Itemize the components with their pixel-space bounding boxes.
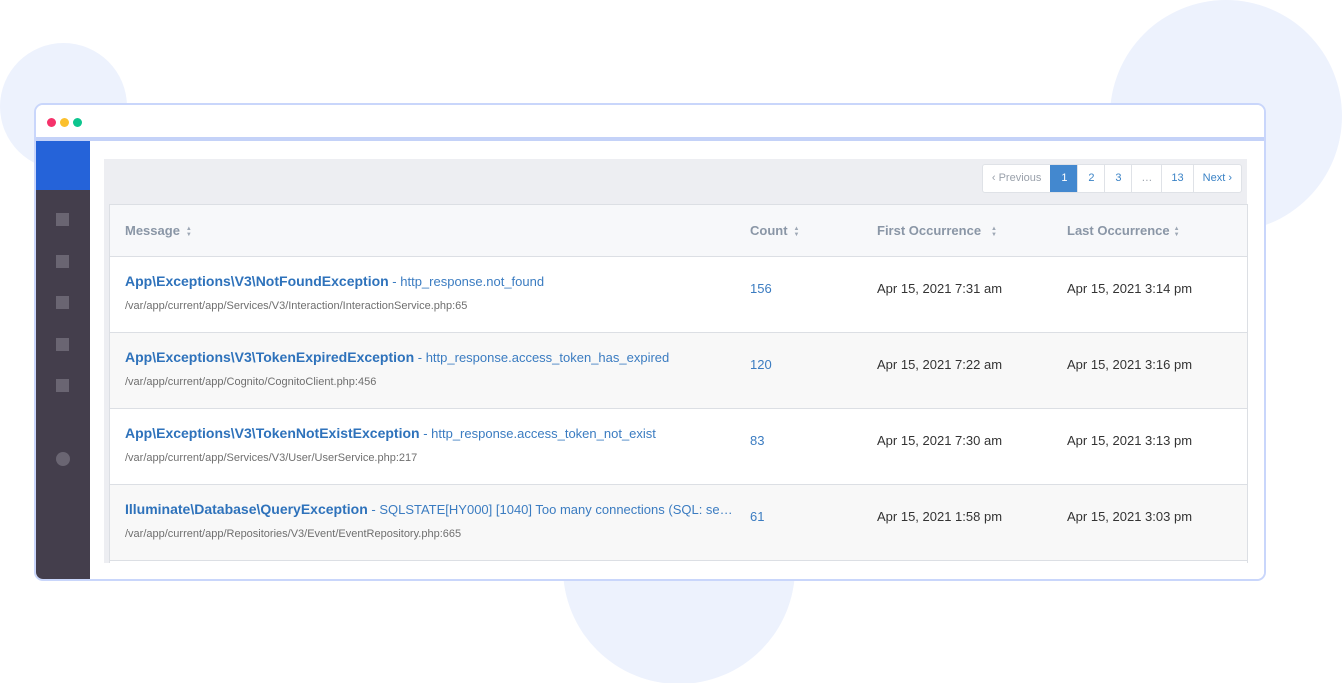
column-header-message[interactable]: Message ▲ ▼ (125, 205, 192, 257)
sort-icon[interactable]: ▲ ▼ (1174, 226, 1180, 238)
table-header: Message ▲ ▼ Count ▲ ▼ First Occurrence ▲ ▼ Las… (110, 205, 1247, 257)
exception-message: App\Exceptions\V3\TokenNotExistException… (125, 425, 735, 441)
exception-text: http_response.access_token_not_exist (431, 426, 656, 441)
pagination-page-13[interactable]: 13 (1161, 165, 1192, 192)
column-label: Message (125, 223, 180, 238)
table-row[interactable]: App\Exceptions\V3\TokenExpiredException … (110, 333, 1247, 409)
table-row[interactable]: Illuminate\Database\QueryException - SQL… (110, 485, 1247, 561)
window-titlebar (36, 105, 1264, 141)
first-occurrence: Apr 15, 2021 7:30 am (877, 433, 1003, 448)
pagination-ellipsis: … (1131, 165, 1161, 192)
column-header-first-occurrence[interactable]: First Occurrence ▲ ▼ (877, 205, 997, 257)
last-occurrence: Apr 15, 2021 3:16 pm (1067, 357, 1193, 372)
close-window-button[interactable] (47, 118, 56, 127)
exception-link[interactable]: App\Exceptions\V3\TokenNotExistException (125, 425, 420, 441)
sidebar-item-1-square-icon[interactable] (56, 213, 69, 226)
exception-message: App\Exceptions\V3\TokenExpiredException … (125, 349, 735, 365)
file-path: /var/app/current/app/Repositories/V3/Eve… (125, 528, 462, 540)
first-occurrence: Apr 15, 2021 7:31 am (877, 281, 1003, 296)
exception-text: http_response.not_found (400, 274, 545, 289)
brand-logo[interactable] (36, 141, 90, 190)
maximize-window-button[interactable] (73, 118, 82, 127)
sidebar-item-4-square-icon[interactable] (56, 338, 69, 351)
separator: - (419, 426, 432, 441)
first-occurrence: Apr 15, 2021 1:58 pm (877, 509, 1003, 524)
pagination-page-1[interactable]: 1 (1050, 165, 1078, 192)
exceptions-table: Message ▲ ▼ Count ▲ ▼ First Occurrence ▲ ▼ Las… (109, 204, 1248, 563)
sidebar-item-5-square-icon[interactable] (56, 379, 69, 392)
sidebar-user-circle-icon[interactable] (56, 452, 70, 466)
minimize-window-button[interactable] (60, 118, 69, 127)
column-header-count[interactable]: Count ▲ ▼ (750, 205, 800, 257)
column-label: Count (750, 223, 788, 238)
exception-link[interactable]: App\Exceptions\V3\NotFoundException (125, 273, 389, 289)
last-occurrence: Apr 15, 2021 3:14 pm (1067, 281, 1193, 296)
separator: - (414, 350, 426, 365)
exception-text: http_response.access_token_has_expired (425, 350, 670, 365)
file-path: /var/app/current/app/Services/V3/User/Us… (125, 452, 418, 464)
count-link[interactable]: 83 (750, 433, 764, 448)
pagination-next-button[interactable]: Next › (1192, 165, 1241, 192)
sidebar-item-3-square-icon[interactable] (56, 296, 69, 309)
count-link[interactable]: 156 (750, 281, 772, 296)
count-link[interactable]: 120 (750, 357, 772, 372)
exception-link[interactable]: App\Exceptions\V3\TokenExpiredException (125, 349, 414, 365)
first-occurrence: Apr 15, 2021 7:22 am (877, 357, 1003, 372)
pagination: ‹ Previous 1 2 3 … 13 Next › (981, 164, 1242, 193)
sidebar-item-2-square-icon[interactable] (56, 255, 69, 268)
app-window: ‹ Previous 1 2 3 … 13 Next › Message ▲ ▼ C… (34, 103, 1266, 581)
table-row[interactable]: App\Exceptions\V3\NotFoundException - ht… (110, 257, 1247, 333)
column-label: First Occurrence (877, 223, 982, 238)
main-content: ‹ Previous 1 2 3 … 13 Next › Message ▲ ▼ C… (90, 145, 1264, 579)
pagination-page-3[interactable]: 3 (1104, 165, 1131, 192)
sidebar (36, 141, 90, 579)
exceptions-panel: ‹ Previous 1 2 3 … 13 Next › Message ▲ ▼ C… (104, 159, 1248, 563)
sort-icon[interactable]: ▲ ▼ (794, 226, 800, 238)
separator: - (388, 274, 401, 289)
column-header-last-occurrence[interactable]: Last Occurrence ▲ ▼ (1067, 205, 1180, 257)
last-occurrence: Apr 15, 2021 3:13 pm (1067, 433, 1193, 448)
exception-message: Illuminate\Database\QueryException - SQL… (125, 501, 735, 517)
exception-link[interactable]: Illuminate\Database\QueryException (125, 501, 368, 517)
pagination-page-2[interactable]: 2 (1077, 165, 1104, 192)
file-path: /var/app/current/app/Cognito/CognitoClie… (125, 376, 377, 388)
count-link[interactable]: 61 (750, 509, 764, 524)
file-path: /var/app/current/app/Services/V3/Interac… (125, 300, 468, 312)
exception-message: App\Exceptions\V3\NotFoundException - ht… (125, 273, 735, 289)
sort-icon[interactable]: ▲ ▼ (186, 226, 192, 238)
column-label: Last Occurrence (1067, 223, 1170, 238)
exception-text: SQLSTATE[HY000] [1040] Too many connecti… (379, 502, 735, 517)
separator: - (367, 502, 380, 517)
table-row[interactable]: App\Exceptions\V3\TokenNotExistException… (110, 409, 1247, 485)
sort-icon[interactable]: ▲ ▼ (991, 226, 997, 238)
last-occurrence: Apr 15, 2021 3:03 pm (1067, 509, 1193, 524)
pagination-previous-button[interactable]: ‹ Previous (983, 165, 1051, 192)
